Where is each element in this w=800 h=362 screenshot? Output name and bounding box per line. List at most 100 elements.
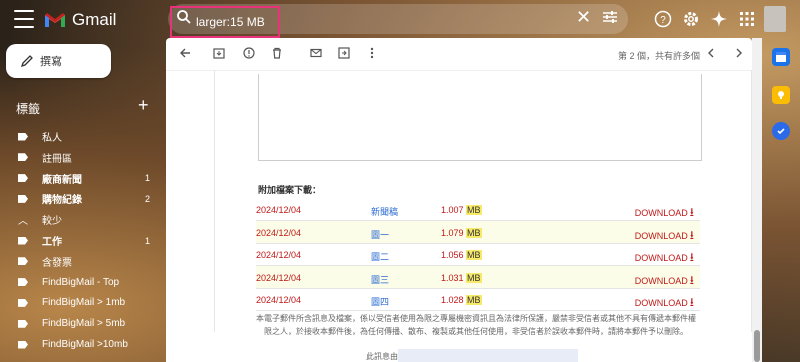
gemini-sparkle-icon[interactable] <box>708 8 730 30</box>
scrollbar-track[interactable] <box>752 38 762 362</box>
attachment-date: 2024/12/04 <box>256 205 302 215</box>
keep-app-icon[interactable] <box>772 86 790 104</box>
newer-chevron-icon[interactable] <box>704 46 718 60</box>
labels-heading: 標籤 <box>16 102 41 116</box>
report-spam-icon[interactable] <box>242 46 256 60</box>
attachment-row: 2024/12/04 圖二 1.056 MB DOWNLOAD ⭳ <box>256 243 700 267</box>
label-item[interactable]: 註冊區 <box>0 147 160 168</box>
search-icon[interactable] <box>176 9 192 25</box>
search-options-icon[interactable] <box>602 9 618 25</box>
help-icon[interactable]: ? <box>652 8 674 30</box>
chevron-up-icon: ︿ <box>18 216 28 228</box>
unread-count: 1 <box>145 173 151 184</box>
main-menu-icon[interactable] <box>14 10 34 28</box>
confidentiality-notice: 本電子郵件所含訊息及檔案，係以受信者使用為限之專屬機密資訊且為法律所保護，嚴禁非… <box>256 314 696 336</box>
label-tag-icon <box>18 319 28 328</box>
label-name: 工作 <box>42 237 62 248</box>
size-value: 1.028 <box>441 295 464 306</box>
message-toolbar: 第 2 個，共有許多個 <box>166 38 752 71</box>
download-arrow-icon: ⭳ <box>689 250 694 265</box>
older-chevron-icon[interactable] <box>732 46 746 60</box>
download-label: DOWNLOAD <box>634 275 688 286</box>
compose-label: 撰寫 <box>40 56 62 68</box>
search-input[interactable]: larger:15 MB <box>196 15 265 29</box>
content-box <box>258 74 702 161</box>
download-arrow-icon: ⭳ <box>689 227 694 242</box>
settings-gear-icon[interactable] <box>680 8 702 30</box>
label-name: FindBigMail - Top <box>42 276 120 288</box>
top-bar: Gmail larger:15 MB ✕ ? <box>0 0 800 38</box>
attachment-name-link[interactable]: 圖四 <box>371 295 389 308</box>
calendar-app-icon[interactable] <box>772 48 790 66</box>
label-item[interactable]: 私人 <box>0 126 160 147</box>
gmail-logo[interactable]: Gmail <box>44 10 116 30</box>
size-unit: MB <box>466 227 482 238</box>
size-unit: MB <box>466 272 482 283</box>
download-arrow-icon: ⭳ <box>689 205 694 219</box>
unread-count: 2 <box>145 193 151 204</box>
label-item[interactable]: FindBigMail > 5mb <box>0 313 160 334</box>
label-item[interactable]: FindBigMail - Top <box>0 272 160 293</box>
label-name: 含發票 <box>42 257 72 269</box>
label-tag-icon <box>18 153 28 162</box>
clear-search-icon[interactable]: ✕ <box>576 8 591 26</box>
label-name: FindBigMail > 5mb <box>42 318 126 330</box>
mark-unread-icon[interactable] <box>309 46 323 60</box>
compose-button[interactable]: 撰寫 <box>6 44 111 78</box>
size-value: 1.079 <box>441 227 464 238</box>
app-name: Gmail <box>72 10 117 29</box>
download-label: DOWNLOAD <box>634 253 688 264</box>
account-avatar[interactable] <box>764 6 786 32</box>
attachment-date: 2024/12/04 <box>256 272 302 283</box>
size-value: 1.007 <box>441 205 464 215</box>
download-arrow-icon: ⭳ <box>689 295 694 310</box>
label-name: 註冊區 <box>42 153 72 165</box>
attachment-name-link[interactable]: 新聞稿 <box>371 205 398 218</box>
size-unit: MB <box>466 295 482 306</box>
back-arrow-icon[interactable] <box>178 46 192 60</box>
archive-icon[interactable] <box>212 46 226 60</box>
attachment-name-link[interactable]: 圖二 <box>371 250 389 263</box>
attachment-name-link[interactable]: 圖三 <box>371 273 389 286</box>
attachment-name-link[interactable]: 圖一 <box>371 228 389 241</box>
pagination-info: 第 2 個，共有許多個 <box>618 51 701 61</box>
attachment-row: 2024/12/04 圖四 1.028 MB DOWNLOAD ⭳ <box>256 288 700 312</box>
label-item[interactable]: FindBigMail >10mb <box>0 334 160 355</box>
sender-note: 此訊息由 <box>366 352 398 361</box>
add-label-icon[interactable]: + <box>138 95 149 116</box>
show-less-toggle[interactable]: ︿ 較少 <box>0 209 160 230</box>
label-name: 私人 <box>42 133 62 144</box>
pencil-icon <box>20 55 33 68</box>
download-label: DOWNLOAD <box>634 208 688 218</box>
attachment-row: 2024/12/04 圖一 1.079 MB DOWNLOAD ⭳ <box>256 220 700 244</box>
attachment-size: 1.079 MB <box>441 227 482 238</box>
attachment-row: 2024/12/04 圖三 1.031 MB DOWNLOAD ⭳ <box>256 265 700 289</box>
label-tag-icon <box>18 132 28 141</box>
label-name: FindBigMail >10mb <box>42 339 128 350</box>
attachment-date: 2024/12/04 <box>256 227 302 238</box>
size-value: 1.056 <box>441 250 464 261</box>
more-options-icon[interactable] <box>365 46 379 60</box>
attachment-size: 1.056 MB <box>441 250 482 261</box>
label-name: 購物紀錄 <box>42 195 82 207</box>
download-arrow-icon: ⭳ <box>689 272 694 287</box>
label-item[interactable]: FindBigMail > 1mb <box>0 292 160 313</box>
label-name: FindBigMail > 1mb <box>42 297 126 309</box>
scrollbar-thumb[interactable] <box>754 330 760 362</box>
move-to-icon[interactable] <box>337 46 351 60</box>
tasks-app-icon[interactable] <box>772 122 790 140</box>
apps-grid-icon[interactable] <box>736 8 758 30</box>
delete-icon[interactable] <box>270 46 284 60</box>
svg-text:?: ? <box>660 15 666 26</box>
label-tag-icon <box>18 340 28 349</box>
label-item[interactable]: 廠商新聞 1 <box>0 168 160 189</box>
label-name: 較少 <box>42 216 62 228</box>
gmail-m-icon <box>45 13 65 27</box>
label-item[interactable]: 工作 1 <box>0 230 160 251</box>
size-unit: MB <box>466 250 482 261</box>
label-item[interactable]: 含發票 <box>0 251 160 272</box>
attachment-size: 1.028 MB <box>441 295 482 306</box>
label-item[interactable]: 購物紀錄 2 <box>0 188 160 209</box>
attachment-date: 2024/12/04 <box>256 250 302 261</box>
size-unit: MB <box>466 205 482 215</box>
